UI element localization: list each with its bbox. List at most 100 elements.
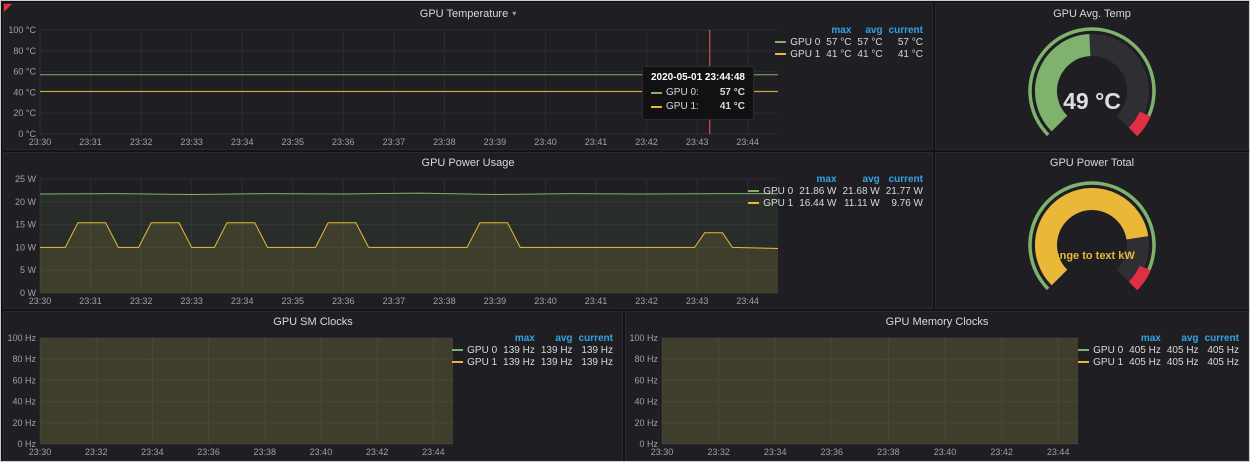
panel-alert-corner-icon[interactable]	[4, 4, 12, 12]
svg-text:60 °C: 60 °C	[13, 67, 36, 77]
gpu-sm-clocks-chart[interactable]: 23:3023:3223:3423:3623:3823:4023:4223:44…	[6, 331, 461, 459]
panel-menu-gpu-temperature[interactable]: GPU Temperature ▾	[4, 4, 932, 23]
legend-spacer	[1075, 333, 1126, 345]
legend-row: GPU 1139 Hz139 Hz139 Hz	[449, 357, 616, 369]
svg-text:23:44: 23:44	[422, 447, 445, 457]
legend-header-avg[interactable]: avg	[1164, 333, 1202, 345]
svg-text:23:42: 23:42	[366, 447, 389, 457]
svg-text:23:42: 23:42	[990, 447, 1013, 457]
legend-header-max[interactable]: max	[1126, 333, 1164, 345]
legend-series-name[interactable]: GPU 0	[1075, 345, 1126, 357]
legend-header-max[interactable]: max	[500, 333, 538, 345]
legend-value: 11.11 W	[840, 198, 883, 210]
chevron-down-icon: ▾	[512, 9, 516, 18]
series-color-dash-icon	[651, 92, 662, 94]
svg-text:25 W: 25 W	[15, 174, 37, 184]
series-color-dash-icon	[651, 106, 662, 108]
panel-menu-gpu-sm-clocks[interactable]: GPU SM Clocks	[4, 312, 622, 331]
legend-spacer	[772, 25, 823, 37]
legend-header-max[interactable]: max	[796, 174, 839, 186]
svg-text:23:32: 23:32	[130, 137, 153, 147]
svg-text:23:34: 23:34	[231, 137, 254, 147]
legend-header-avg[interactable]: avg	[840, 174, 883, 186]
legend-header-max[interactable]: max	[823, 25, 854, 37]
legend-value: 405 Hz	[1126, 345, 1164, 357]
legend-header-current[interactable]: current	[576, 333, 616, 345]
legend-value: 405 Hz	[1164, 345, 1202, 357]
tooltip-series-values: GPU 0:57 °CGPU 1:41 °C	[651, 86, 745, 114]
legend-value: 139 Hz	[538, 345, 576, 357]
svg-text:23:41: 23:41	[585, 137, 608, 147]
svg-text:10 W: 10 W	[15, 242, 37, 252]
legend-value: 16.44 W	[796, 198, 839, 210]
legend-series-name[interactable]: GPU 1	[772, 49, 823, 61]
svg-text:5 W: 5 W	[20, 265, 37, 275]
legend-row: GPU 1405 Hz405 Hz405 Hz	[1075, 357, 1242, 369]
svg-text:23:35: 23:35	[281, 296, 304, 306]
svg-text:23:32: 23:32	[85, 447, 108, 457]
legend-value: 405 Hz	[1202, 357, 1242, 369]
legend-series-name[interactable]: GPU 0	[745, 186, 796, 198]
svg-text:60 Hz: 60 Hz	[12, 375, 36, 385]
legend-value: 139 Hz	[576, 345, 616, 357]
svg-text:80 Hz: 80 Hz	[634, 354, 658, 364]
svg-text:23:40: 23:40	[310, 447, 333, 457]
panel-title-gpu-memory-clocks: GPU Memory Clocks	[886, 316, 989, 328]
gpu-memory-clocks-chart[interactable]: 23:3023:3223:3423:3623:3823:4023:4223:44…	[628, 331, 1086, 459]
legend-spacer	[449, 333, 500, 345]
svg-text:23:42: 23:42	[635, 296, 658, 306]
svg-text:23:32: 23:32	[130, 296, 153, 306]
svg-text:40 Hz: 40 Hz	[634, 397, 658, 407]
svg-text:23:40: 23:40	[934, 447, 957, 457]
legend-row: GPU 116.44 W11.11 W9.76 W	[745, 198, 926, 210]
legend-series-name[interactable]: GPU 0	[772, 37, 823, 49]
gpu-power-usage-chart[interactable]: 23:3023:3123:3223:3323:3423:3523:3623:37…	[6, 172, 786, 308]
panel-menu-gpu-avg-temp[interactable]: GPU Avg. Temp	[936, 4, 1248, 23]
legend-value: 139 Hz	[538, 357, 576, 369]
legend-header-current[interactable]: current	[886, 25, 926, 37]
legend-value: 405 Hz	[1126, 357, 1164, 369]
tooltip-series-name: GPU 0:	[666, 86, 699, 100]
svg-text:23:38: 23:38	[433, 137, 456, 147]
series-color-dash-icon	[775, 41, 786, 43]
legend-series-name[interactable]: GPU 1	[745, 198, 796, 210]
legend-value: 405 Hz	[1164, 357, 1202, 369]
svg-text:60 Hz: 60 Hz	[634, 375, 658, 385]
legend-value: 57 °C	[854, 37, 885, 49]
panel-menu-gpu-power-total[interactable]: GPU Power Total	[936, 153, 1248, 172]
svg-text:23:43: 23:43	[686, 296, 709, 306]
gpu-temperature-legend: maxavgcurrentGPU 057 °C57 °C57 °CGPU 141…	[772, 25, 926, 61]
tooltip-series-value: 57 °C	[710, 86, 745, 100]
svg-text:0 Hz: 0 Hz	[17, 439, 36, 449]
panel-menu-gpu-power-usage[interactable]: GPU Power Usage	[4, 153, 932, 172]
legend-value: 405 Hz	[1202, 345, 1242, 357]
svg-text:40 Hz: 40 Hz	[12, 397, 36, 407]
svg-text:23:37: 23:37	[383, 296, 406, 306]
series-color-dash-icon	[1078, 361, 1089, 363]
svg-text:23:34: 23:34	[764, 447, 787, 457]
svg-text:23:35: 23:35	[281, 137, 304, 147]
svg-text:100 °C: 100 °C	[8, 25, 36, 35]
svg-text:23:31: 23:31	[79, 296, 102, 306]
svg-text:23:43: 23:43	[686, 137, 709, 147]
svg-text:40 °C: 40 °C	[13, 87, 36, 97]
legend-header-current[interactable]: current	[1202, 333, 1242, 345]
panel-title-gpu-power-usage: GPU Power Usage	[422, 157, 515, 169]
panel-gpu-temperature: GPU Temperature ▾ 23:3023:3123:3223:3323…	[3, 3, 933, 150]
panel-title-gpu-power-total: GPU Power Total	[1050, 157, 1134, 169]
panel-menu-gpu-memory-clocks[interactable]: GPU Memory Clocks	[626, 312, 1248, 331]
svg-text:20 W: 20 W	[15, 197, 37, 207]
svg-text:80 °C: 80 °C	[13, 46, 36, 56]
legend-value: 57 °C	[823, 37, 854, 49]
svg-text:80 Hz: 80 Hz	[12, 354, 36, 364]
legend-header-avg[interactable]: avg	[538, 333, 576, 345]
svg-text:23:31: 23:31	[79, 137, 102, 147]
svg-text:23:44: 23:44	[736, 137, 759, 147]
legend-series-name[interactable]: GPU 1	[1075, 357, 1126, 369]
legend-series-name[interactable]: GPU 0	[449, 345, 500, 357]
legend-header-current[interactable]: current	[883, 174, 926, 186]
legend-series-name[interactable]: GPU 1	[449, 357, 500, 369]
svg-text:20 Hz: 20 Hz	[12, 418, 36, 428]
legend-header-avg[interactable]: avg	[854, 25, 885, 37]
legend-value: 21.77 W	[883, 186, 926, 198]
